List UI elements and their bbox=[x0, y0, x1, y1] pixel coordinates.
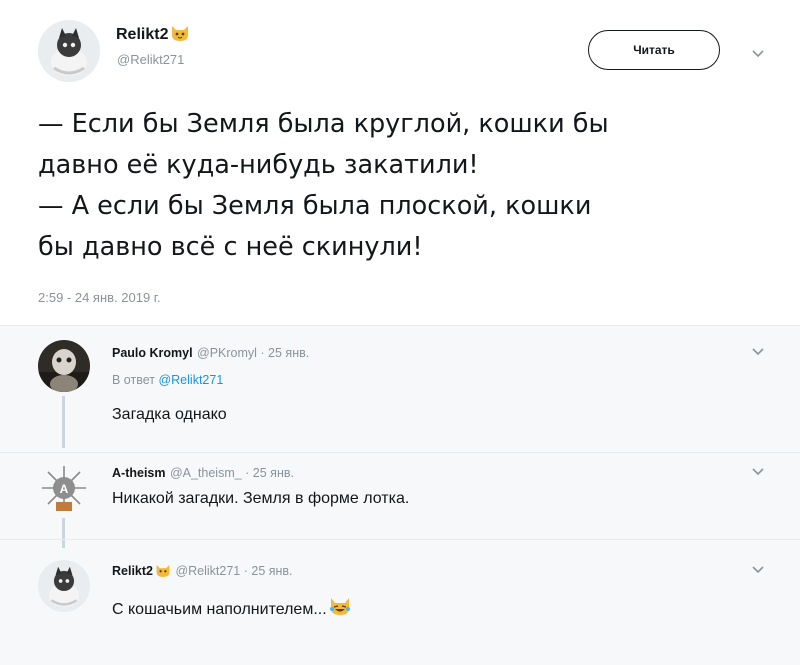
cat-emoji-icon bbox=[155, 563, 171, 578]
main-author-handle[interactable]: @Relikt271 bbox=[117, 52, 184, 67]
cat-emoji-icon bbox=[170, 24, 190, 42]
follow-button[interactable]: Читать bbox=[588, 30, 720, 70]
reply-author-avatar[interactable] bbox=[38, 340, 90, 392]
reply-to-handle-link[interactable]: @Relikt271 bbox=[158, 373, 223, 387]
tweet-text-line: — А если бы Земля была плоской, кошки bbox=[38, 191, 592, 221]
main-author-name[interactable]: Relikt2 bbox=[116, 26, 168, 43]
chevron-down-icon[interactable] bbox=[750, 344, 766, 360]
reply-text: С кошачьим наполнителем... bbox=[112, 601, 327, 618]
reply-to-label: В ответ bbox=[112, 373, 155, 387]
reply-meta[interactable]: @PKromyl · 25 янв. bbox=[197, 346, 309, 360]
svg-text:A: A bbox=[60, 482, 69, 496]
reply-text: Никакой загадки. Земля в форме лотка. bbox=[112, 490, 410, 507]
chevron-down-icon[interactable] bbox=[750, 464, 766, 480]
chevron-down-icon[interactable] bbox=[750, 46, 766, 62]
reply-text: Загадка однако bbox=[112, 406, 227, 423]
tweet-timestamp[interactable]: 2:59 - 24 янв. 2019 г. bbox=[38, 290, 161, 305]
thread-line bbox=[62, 396, 65, 448]
reply-to-context: В ответ @Relikt271 bbox=[112, 373, 223, 387]
tweet-text-line: — Если бы Земля была круглой, кошки бы bbox=[38, 109, 609, 139]
reply-author-name[interactable]: Paulo Kromyl bbox=[112, 346, 193, 360]
reply-author-name[interactable]: A-theism bbox=[112, 466, 165, 480]
reply-author-avatar[interactable] bbox=[38, 560, 90, 612]
tweet-text-line: бы давно всё с неё скинули! bbox=[38, 232, 423, 262]
reply-meta[interactable]: @Relikt271 · 25 янв. bbox=[175, 564, 292, 578]
chevron-down-icon[interactable] bbox=[750, 562, 766, 578]
reply-author-avatar[interactable]: A bbox=[38, 462, 90, 514]
main-author-avatar[interactable] bbox=[38, 20, 100, 82]
tweet-text: — Если бы Земля была круглой, кошки бы д… bbox=[38, 104, 609, 268]
laughing-cat-emoji-icon bbox=[329, 596, 351, 616]
reply-meta[interactable]: @A_theism_ · 25 янв. bbox=[170, 466, 294, 480]
tweet-text-line: давно её куда-нибудь закатили! bbox=[38, 150, 479, 180]
reply-author-name[interactable]: Relikt2 bbox=[112, 564, 153, 578]
